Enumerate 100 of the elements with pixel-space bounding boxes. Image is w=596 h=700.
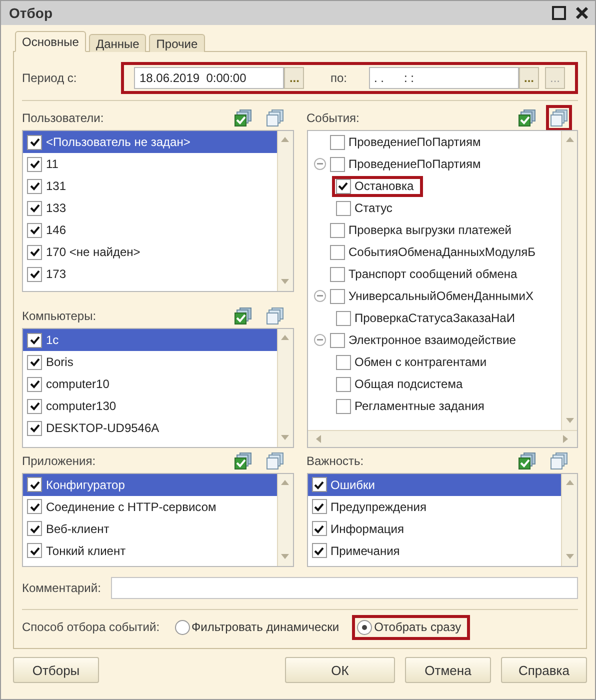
list-item[interactable]: 146 — [23, 219, 276, 242]
select-button[interactable]: ... — [284, 67, 304, 89]
checkbox[interactable] — [312, 477, 326, 492]
checkbox[interactable] — [330, 222, 344, 238]
vertical-scrollbar[interactable] — [561, 131, 577, 430]
tree-item[interactable]: УниверсальныйОбменДаннымиХ — [326, 286, 543, 307]
checkbox[interactable] — [27, 376, 42, 392]
tree-item[interactable]: Проверка выгрузки платежей — [326, 220, 521, 241]
vertical-scrollbar[interactable] — [276, 329, 292, 448]
vertical-scrollbar[interactable] — [276, 474, 292, 566]
checkbox[interactable] — [27, 499, 42, 514]
checkbox[interactable] — [27, 477, 42, 492]
list-item[interactable]: computer10 — [23, 373, 276, 396]
checkbox[interactable] — [336, 178, 350, 194]
collapse-icon[interactable] — [314, 334, 326, 346]
dialog-button[interactable]: ОК — [285, 657, 395, 683]
tree-item[interactable]: Регламентные задания — [332, 396, 494, 417]
dialog-button[interactable]: Справка — [501, 657, 587, 683]
tree-item[interactable]: ПроведениеПоПартиям — [326, 154, 490, 175]
tree-item[interactable]: СобытияОбменаДанныхМодуляБ — [326, 242, 545, 263]
radio-option[interactable]: Отобрать сразу — [352, 614, 470, 640]
check-all-icon[interactable] — [234, 452, 252, 470]
list-item[interactable]: 131 — [23, 175, 276, 198]
tab[interactable]: Прочие — [149, 34, 205, 52]
list-item[interactable]: 170 <не найден> — [23, 241, 276, 264]
checkbox[interactable] — [330, 134, 344, 150]
list-item[interactable]: <Пользователь не задан> — [23, 131, 276, 154]
horizontal-scrollbar[interactable] — [308, 430, 577, 448]
list-item[interactable]: computer130 — [23, 395, 276, 418]
period-label: Период с: — [22, 71, 78, 85]
checkbox[interactable] — [27, 521, 42, 536]
checkbox[interactable] — [27, 222, 42, 238]
checkbox[interactable] — [336, 310, 350, 326]
list-item[interactable]: 1c — [23, 329, 276, 352]
list-item[interactable]: Предупреждения — [308, 496, 561, 518]
checkbox[interactable] — [336, 376, 350, 392]
check-all-icon[interactable] — [518, 109, 536, 128]
list-item[interactable]: 173 — [23, 263, 276, 286]
tree-item[interactable]: Статус — [332, 198, 402, 219]
checkbox[interactable] — [27, 178, 42, 194]
list-item[interactable]: DESKTOP-UD9546A — [23, 417, 276, 440]
close-icon[interactable] — [575, 6, 589, 20]
group-label: Приложения: — [22, 454, 96, 468]
checkbox[interactable] — [330, 288, 344, 304]
scroll-arrow-icon — [280, 478, 290, 488]
checkbox[interactable] — [27, 420, 42, 436]
dialog-button[interactable]: Отмена — [405, 657, 491, 683]
dialog-button[interactable]: Отборы — [13, 657, 99, 683]
maximize-icon[interactable] — [551, 5, 567, 21]
checkbox[interactable] — [330, 244, 344, 260]
checkbox[interactable] — [330, 156, 344, 172]
checkbox[interactable] — [330, 332, 344, 348]
tree-item[interactable]: ПроверкаСтатусаЗаказаНаИ — [332, 308, 524, 329]
tree-item[interactable]: Обмен с контрагентами — [332, 352, 496, 373]
radio-option[interactable]: Фильтровать динамически — [170, 614, 348, 640]
tree-item[interactable]: Транспорт сообщений обмена — [326, 264, 526, 285]
list-item[interactable]: Веб-клиент — [23, 518, 276, 540]
check-all-icon[interactable] — [518, 452, 536, 470]
collapse-icon[interactable] — [314, 290, 326, 302]
list-item[interactable]: Информация — [308, 518, 561, 540]
vertical-scrollbar[interactable] — [276, 131, 292, 292]
checkbox[interactable] — [336, 354, 350, 370]
list-item[interactable]: Тонкий клиент — [23, 540, 276, 562]
checkbox[interactable] — [27, 244, 42, 260]
vertical-scrollbar[interactable] — [561, 474, 577, 566]
list-item[interactable]: Примечания — [308, 540, 561, 562]
list-item[interactable]: 11 — [23, 153, 276, 176]
checkbox[interactable] — [27, 354, 42, 370]
checkbox[interactable] — [27, 266, 42, 282]
date-to-field[interactable]: . . : : — [369, 67, 519, 89]
check-all-icon[interactable] — [234, 109, 252, 128]
checkbox[interactable] — [336, 398, 350, 414]
list-item[interactable]: Конфигуратор — [23, 474, 276, 496]
date-from-field[interactable]: 18.06.2019 0:00:00 — [134, 67, 284, 89]
checkbox[interactable] — [27, 200, 42, 216]
tab[interactable]: Основные — [15, 31, 86, 52]
tree-item[interactable]: ПроведениеПоПартиям — [326, 132, 490, 153]
checkbox[interactable] — [312, 499, 326, 514]
group-label: Важность: — [306, 454, 364, 468]
checkbox[interactable] — [27, 543, 42, 558]
tree-item[interactable]: Электронное взаимодействие — [326, 330, 525, 351]
checkbox[interactable] — [27, 398, 42, 414]
tree-item[interactable]: Остановка — [332, 176, 423, 197]
list-item[interactable]: Соединение с HTTP-сервисом — [23, 496, 276, 518]
comment-field[interactable] — [110, 576, 578, 599]
tree-item[interactable]: Общая подсистема — [332, 374, 472, 395]
tab[interactable]: Данные — [88, 34, 146, 52]
list-item[interactable]: Boris — [23, 351, 276, 374]
list-item[interactable]: Ошибки — [308, 474, 561, 496]
select-button[interactable]: ... — [519, 67, 539, 89]
checkbox[interactable] — [27, 156, 42, 172]
collapse-icon[interactable] — [314, 158, 326, 170]
checkbox[interactable] — [27, 134, 42, 150]
checkbox[interactable] — [336, 200, 350, 216]
checkbox[interactable] — [330, 266, 344, 282]
checkbox[interactable] — [312, 543, 326, 558]
checkbox[interactable] — [27, 332, 42, 348]
checkbox[interactable] — [312, 521, 326, 536]
list-item[interactable]: 133 — [23, 197, 276, 220]
check-all-icon[interactable] — [234, 307, 252, 326]
